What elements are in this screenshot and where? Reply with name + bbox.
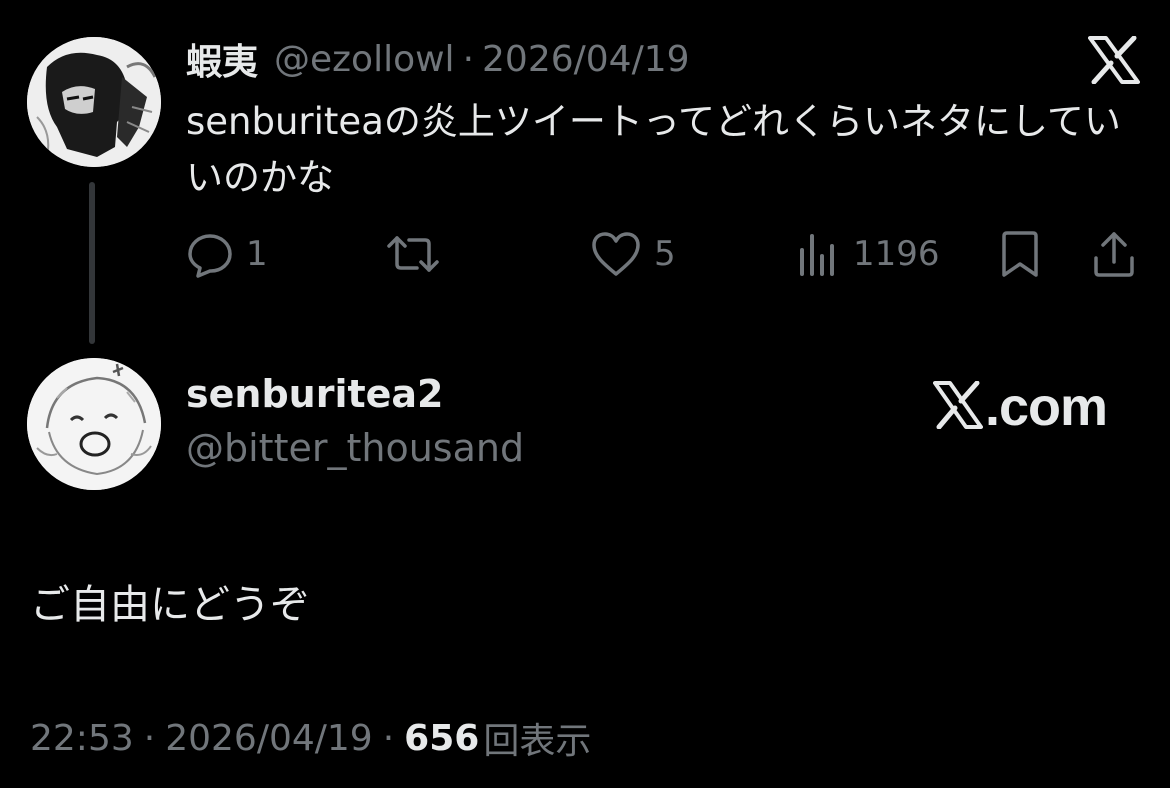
view-count: 1196 <box>853 234 940 274</box>
avatar[interactable] <box>27 37 161 167</box>
x-logo-icon <box>933 380 983 433</box>
separator-dot: · <box>382 717 395 759</box>
tweet-date[interactable]: 2026/04/19 <box>482 39 690 80</box>
like-count: 5 <box>654 234 676 274</box>
separator-dot: · <box>462 38 475 80</box>
x-com-brand: .com <box>933 374 1108 440</box>
reply-icon <box>186 230 234 278</box>
reply-button[interactable]: 1 <box>186 226 268 282</box>
tweet-header: 蝦夷 @ezollowl · 2026/04/19 <box>186 34 690 84</box>
retweet-button[interactable] <box>385 226 453 282</box>
share-button[interactable] <box>1090 226 1138 282</box>
tweet-actions: 1 5 1196 <box>0 226 1170 282</box>
x-logo-icon <box>1088 35 1140 85</box>
brand-domain: .com <box>985 377 1108 437</box>
bookmark-icon <box>998 230 1042 278</box>
bookmark-button[interactable] <box>998 226 1042 282</box>
reply-display-name[interactable]: senburitea2 <box>186 372 443 416</box>
reply-text: ご自由にどうぞ <box>30 582 310 628</box>
user-handle[interactable]: @ezollowl <box>274 39 455 80</box>
reply-count: 1 <box>246 234 268 274</box>
share-icon <box>1090 230 1138 278</box>
avatar[interactable] <box>27 358 161 490</box>
like-icon <box>590 230 642 278</box>
views-button[interactable]: 1196 <box>797 226 940 282</box>
view-count: 656 <box>404 717 480 759</box>
tweet-time[interactable]: 22:53 <box>30 718 134 759</box>
views-icon <box>797 230 841 278</box>
like-button[interactable]: 5 <box>590 226 676 282</box>
tweet-screenshot: 蝦夷 @ezollowl · 2026/04/19 senburiteaの炎上ツ… <box>0 0 1170 788</box>
display-name[interactable]: 蝦夷 <box>186 33 258 85</box>
reply-user-handle[interactable]: @bitter_thousand <box>186 426 524 470</box>
separator-dot: · <box>143 717 156 759</box>
tweet-text: senburiteaの炎上ツイートってどれくらいネタにしていいのかな <box>186 100 1121 199</box>
tweet-meta: 22:53 · 2026/04/19 · 656 回表示 <box>30 712 591 764</box>
retweet-icon <box>385 230 441 278</box>
tweet-date[interactable]: 2026/04/19 <box>165 718 373 759</box>
views-label: 回表示 <box>483 721 592 762</box>
